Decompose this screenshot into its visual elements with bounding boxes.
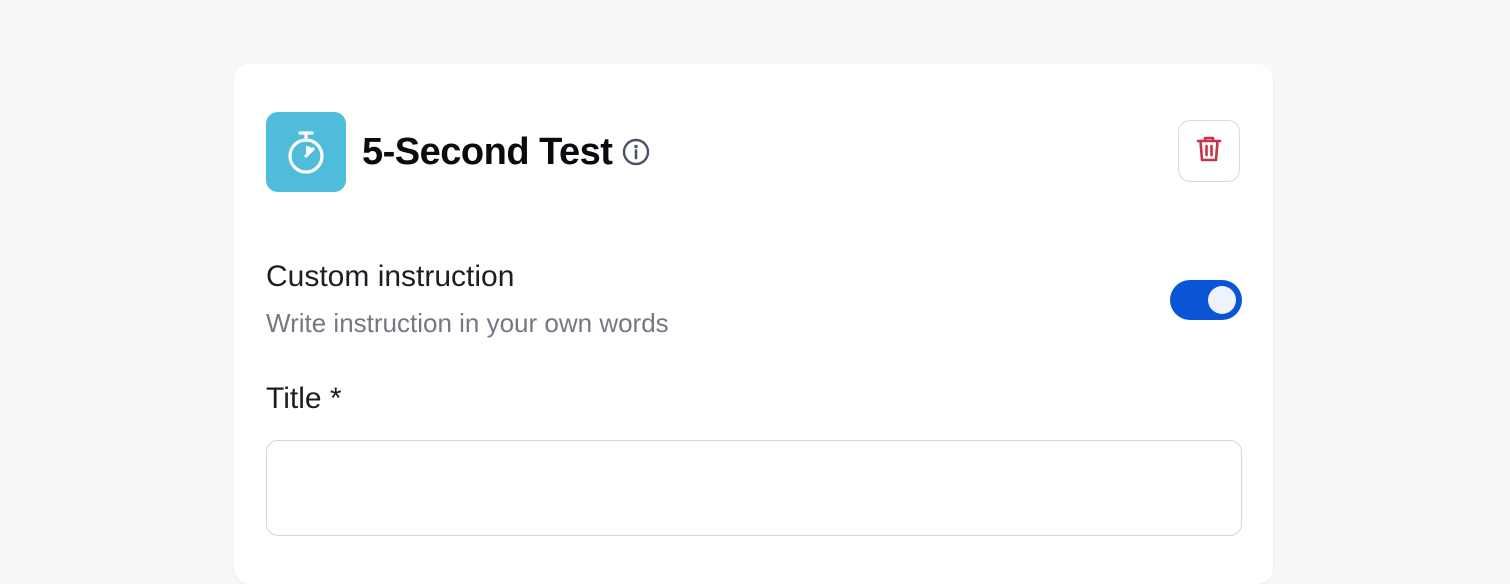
block-card: 5-Second Test Custom instruction Write i… xyxy=(234,64,1273,584)
custom-instruction-description: Write instruction in your own words xyxy=(266,308,669,338)
delete-block-button[interactable] xyxy=(1178,120,1240,182)
title-input[interactable] xyxy=(266,440,1242,536)
info-circle-icon[interactable] xyxy=(622,138,650,166)
toggle-knob xyxy=(1208,286,1236,314)
block-title-row: 5-Second Test xyxy=(362,128,650,176)
page-title: 5-Second Test xyxy=(362,131,613,173)
custom-instruction-label: Custom instruction xyxy=(266,260,515,293)
custom-instruction-toggle[interactable] xyxy=(1170,280,1242,320)
trash-icon xyxy=(1196,135,1222,168)
title-field-label: Title * xyxy=(266,382,342,415)
stopwatch-icon xyxy=(266,112,346,192)
